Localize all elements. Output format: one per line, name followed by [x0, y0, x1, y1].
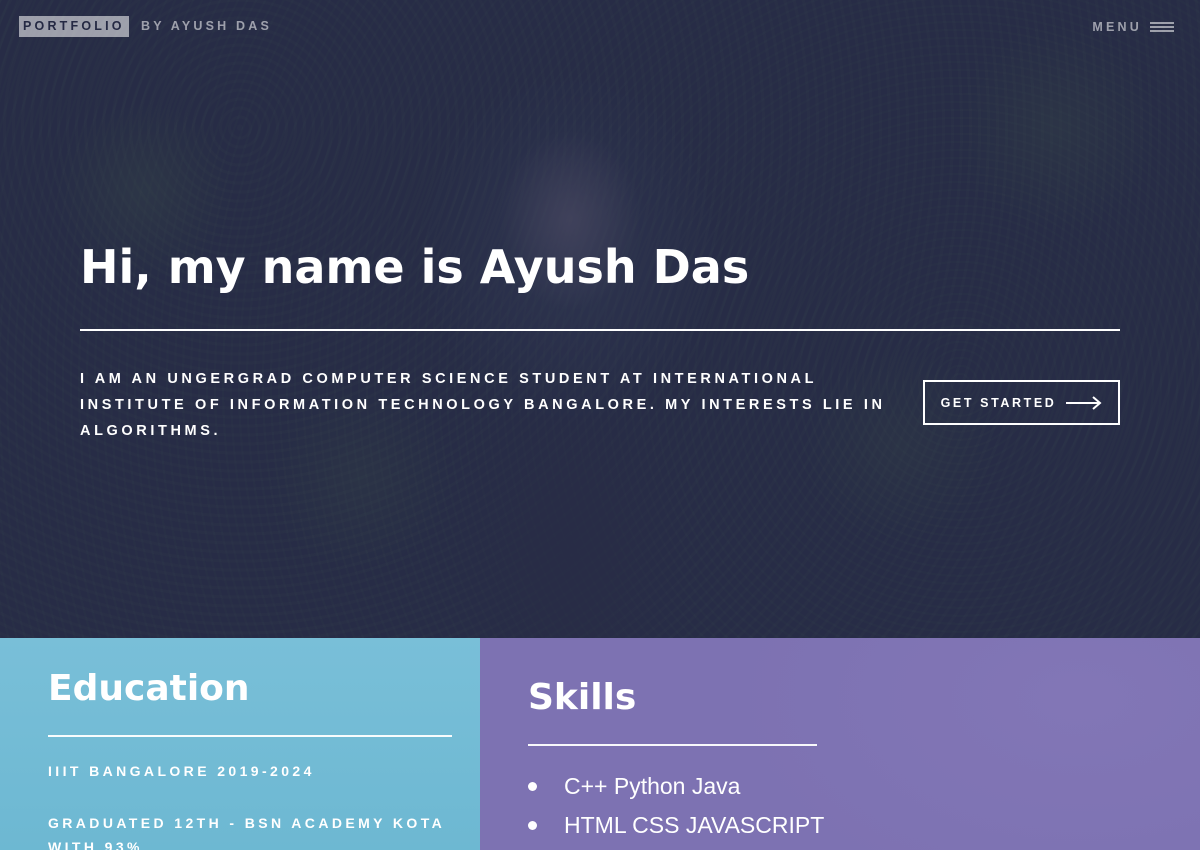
- skills-divider: [528, 744, 817, 746]
- hero-title: Hi, my name is Ayush Das: [80, 240, 750, 294]
- bullet-icon: [528, 821, 537, 830]
- get-started-label: GET STARTED: [940, 395, 1057, 410]
- get-started-button[interactable]: GET STARTED: [923, 380, 1120, 425]
- education-item: GRADUATED 12TH - BSN ACADEMY KOTA WITH 9…: [48, 815, 445, 850]
- hero-description: I am an ungergrad computer science stude…: [80, 371, 886, 439]
- arrow-right-icon: [1066, 395, 1102, 410]
- skills-list: C++ Python Java HTML CSS JAVASCRIPT: [528, 768, 824, 846]
- skill-item: HTML CSS JAVASCRIPT: [528, 807, 824, 846]
- education-title: Education: [48, 668, 250, 709]
- menu-label: MENU: [1092, 19, 1142, 34]
- site-byline: BY AYUSH DAS: [141, 19, 273, 33]
- education-divider: [48, 735, 452, 737]
- skills-tile[interactable]: Skills C++ Python Java HTML CSS JAVASCRI…: [480, 638, 1200, 850]
- skill-item: C++ Python Java: [528, 768, 824, 807]
- hamburger-icon: [1150, 21, 1174, 33]
- site-logo[interactable]: PORTFOLIO: [19, 16, 129, 37]
- skills-title: Skills: [528, 677, 637, 718]
- top-navigation: PORTFOLIO BY AYUSH DAS MENU: [0, 0, 1200, 52]
- menu-button[interactable]: MENU: [1092, 16, 1174, 37]
- bullet-icon: [528, 782, 537, 791]
- education-item: IIIT BANGALORE 2019-2024: [48, 763, 315, 779]
- hero-banner: [0, 0, 1200, 638]
- skill-text: C++ Python Java: [564, 773, 741, 799]
- hero-divider: [80, 329, 1120, 331]
- education-tile[interactable]: Education IIIT BANGALORE 2019-2024 GRADU…: [0, 638, 480, 850]
- skill-text: HTML CSS JAVASCRIPT: [564, 812, 825, 838]
